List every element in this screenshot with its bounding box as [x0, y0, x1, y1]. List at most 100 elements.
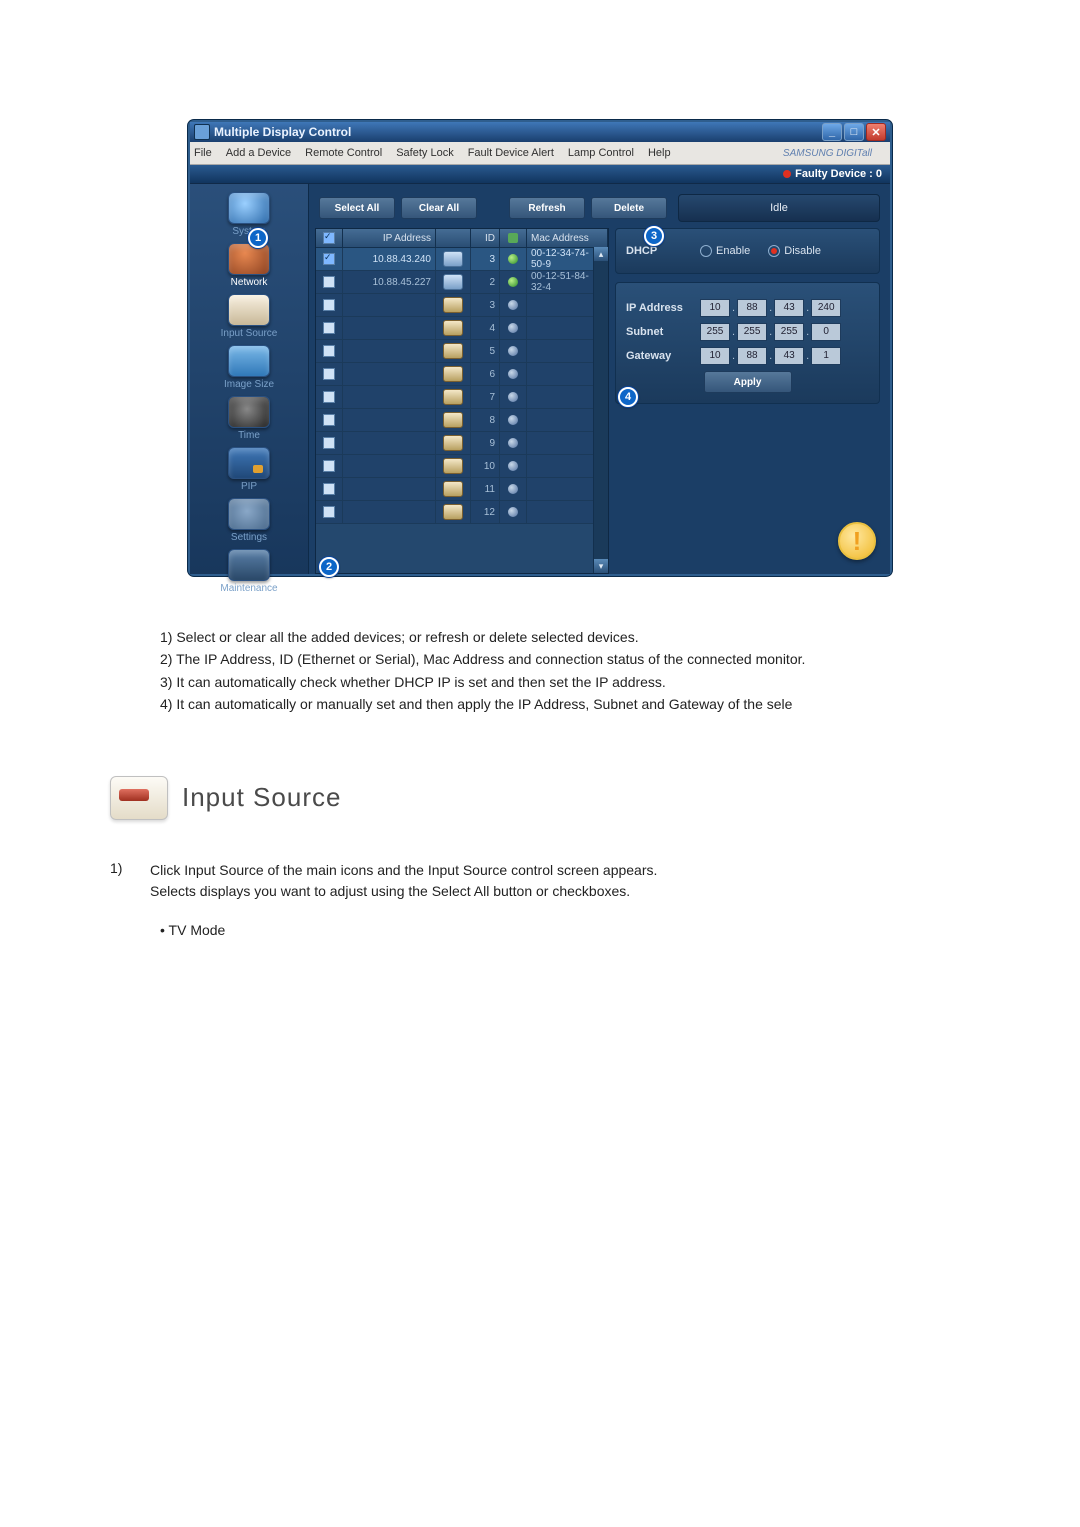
table-row[interactable]: 8 — [316, 409, 608, 432]
table-row[interactable]: 7 — [316, 386, 608, 409]
sn-oct-3[interactable]: 255 — [774, 323, 804, 341]
table-row[interactable]: 10.88.43.240300-12-34-74-50-9 — [316, 248, 608, 271]
row-checkbox[interactable] — [323, 276, 335, 288]
row-checkbox[interactable] — [323, 345, 335, 357]
row-checkbox[interactable] — [323, 391, 335, 403]
clear-all-button[interactable]: Clear All — [401, 197, 477, 219]
table-row[interactable]: 12 — [316, 501, 608, 524]
status-dot-icon — [508, 369, 518, 379]
gw-oct-4[interactable]: 1 — [811, 347, 841, 365]
table-row[interactable]: 11 — [316, 478, 608, 501]
gw-oct-1[interactable]: 10 — [700, 347, 730, 365]
row-checkbox[interactable] — [323, 253, 335, 265]
gw-oct-3[interactable]: 43 — [774, 347, 804, 365]
menu-file[interactable]: File — [194, 147, 212, 159]
cell-id: 3 — [471, 294, 500, 316]
enable-label: Enable — [716, 245, 750, 257]
cell-id: 7 — [471, 386, 500, 408]
header-checkbox[interactable] — [323, 232, 335, 244]
cell-ip — [343, 432, 436, 454]
center-area: Select All Clear All Refresh Delete Idle — [309, 184, 890, 574]
menu-remote-control[interactable]: Remote Control — [305, 147, 382, 159]
ip-oct-1[interactable]: 10 — [700, 299, 730, 317]
dhcp-disable-radio[interactable] — [768, 245, 780, 257]
window-title: Multiple Display Control — [214, 125, 820, 139]
sidebar-item-pip[interactable]: PIP — [194, 447, 304, 492]
cell-ip: 10.88.45.227 — [343, 271, 436, 293]
scroll-track[interactable] — [594, 261, 608, 559]
cell-ip — [343, 386, 436, 408]
select-all-button[interactable]: Select All — [319, 197, 395, 219]
sn-oct-4[interactable]: 0 — [811, 323, 841, 341]
fault-strip: Faulty Device : 0 — [190, 165, 890, 183]
status-dot-icon — [508, 438, 518, 448]
sidebar-item-system[interactable]: System — [194, 192, 304, 237]
menu-safety-lock[interactable]: Safety Lock — [396, 147, 453, 159]
sn-oct-1[interactable]: 255 — [700, 323, 730, 341]
sn-oct-2[interactable]: 255 — [737, 323, 767, 341]
sidebar-item-maintenance[interactable]: Maintenance — [194, 549, 304, 594]
status-dot-icon — [508, 392, 518, 402]
th-mac[interactable]: Mac Address — [527, 229, 608, 247]
menu-help[interactable]: Help — [648, 147, 671, 159]
sidebar-item-image-size[interactable]: Image Size — [194, 345, 304, 390]
table-row[interactable]: 10 — [316, 455, 608, 478]
table-scrollbar[interactable]: ▴ ▾ — [593, 247, 608, 573]
status-dot-icon — [508, 507, 518, 517]
delete-button[interactable]: Delete — [591, 197, 667, 219]
row-checkbox[interactable] — [323, 483, 335, 495]
row-checkbox[interactable] — [323, 506, 335, 518]
dhcp-enable-radio[interactable] — [700, 245, 712, 257]
row-checkbox[interactable] — [323, 414, 335, 426]
status-dot-icon — [508, 346, 518, 356]
callout-descriptions: 1) Select or clear all the added devices… — [160, 626, 980, 716]
status-dot-icon — [508, 484, 518, 494]
network-settings-pane: 3 DHCP Enable Disable — [615, 228, 880, 574]
serial-icon — [443, 343, 463, 359]
sidebar-label: Image Size — [194, 379, 304, 390]
network-icon — [228, 243, 270, 275]
table-row[interactable]: 10.88.45.227200-12-51-84-32-4 — [316, 271, 608, 294]
serial-icon — [443, 389, 463, 405]
sidebar-item-input-source[interactable]: Input Source — [194, 294, 304, 339]
sidebar-item-time[interactable]: Time — [194, 396, 304, 441]
menu-fault-device-alert[interactable]: Fault Device Alert — [468, 147, 554, 159]
apply-button[interactable]: Apply — [704, 371, 792, 393]
menu-lamp-control[interactable]: Lamp Control — [568, 147, 634, 159]
maximize-button[interactable]: □ — [844, 123, 864, 141]
table-row[interactable]: 5 — [316, 340, 608, 363]
ip-oct-2[interactable]: 88 — [737, 299, 767, 317]
row-checkbox[interactable] — [323, 299, 335, 311]
table-row[interactable]: 4 — [316, 317, 608, 340]
sidebar-label: Time — [194, 430, 304, 441]
row-checkbox[interactable] — [323, 368, 335, 380]
scroll-down-button[interactable]: ▾ — [594, 559, 608, 573]
table-row[interactable]: 9 — [316, 432, 608, 455]
ip-oct-3[interactable]: 43 — [774, 299, 804, 317]
gw-oct-2[interactable]: 88 — [737, 347, 767, 365]
scroll-up-button[interactable]: ▴ — [594, 247, 608, 261]
sidebar-item-network[interactable]: Network — [194, 243, 304, 288]
row-checkbox[interactable] — [323, 460, 335, 472]
row-checkbox[interactable] — [323, 322, 335, 334]
th-ip[interactable]: IP Address — [343, 229, 436, 247]
cell-ip — [343, 294, 436, 316]
sidebar-item-settings[interactable]: Settings — [194, 498, 304, 543]
refresh-button[interactable]: Refresh — [509, 197, 585, 219]
row-checkbox[interactable] — [323, 437, 335, 449]
table-row[interactable]: 6 — [316, 363, 608, 386]
table-row[interactable]: 3 — [316, 294, 608, 317]
input-source-section-icon — [110, 776, 168, 820]
fault-indicator-icon — [783, 170, 791, 178]
table-header: IP Address ID Mac Address — [316, 229, 608, 248]
status-idle: Idle — [678, 194, 880, 222]
cell-ip: 10.88.43.240 — [343, 248, 436, 270]
cell-id: 6 — [471, 363, 500, 385]
cell-id: 4 — [471, 317, 500, 339]
minimize-button[interactable]: _ — [822, 123, 842, 141]
th-status-icon — [500, 229, 527, 247]
close-button[interactable]: ✕ — [866, 123, 886, 141]
menu-add-device[interactable]: Add a Device — [226, 147, 291, 159]
ip-oct-4[interactable]: 240 — [811, 299, 841, 317]
th-id[interactable]: ID — [471, 229, 500, 247]
